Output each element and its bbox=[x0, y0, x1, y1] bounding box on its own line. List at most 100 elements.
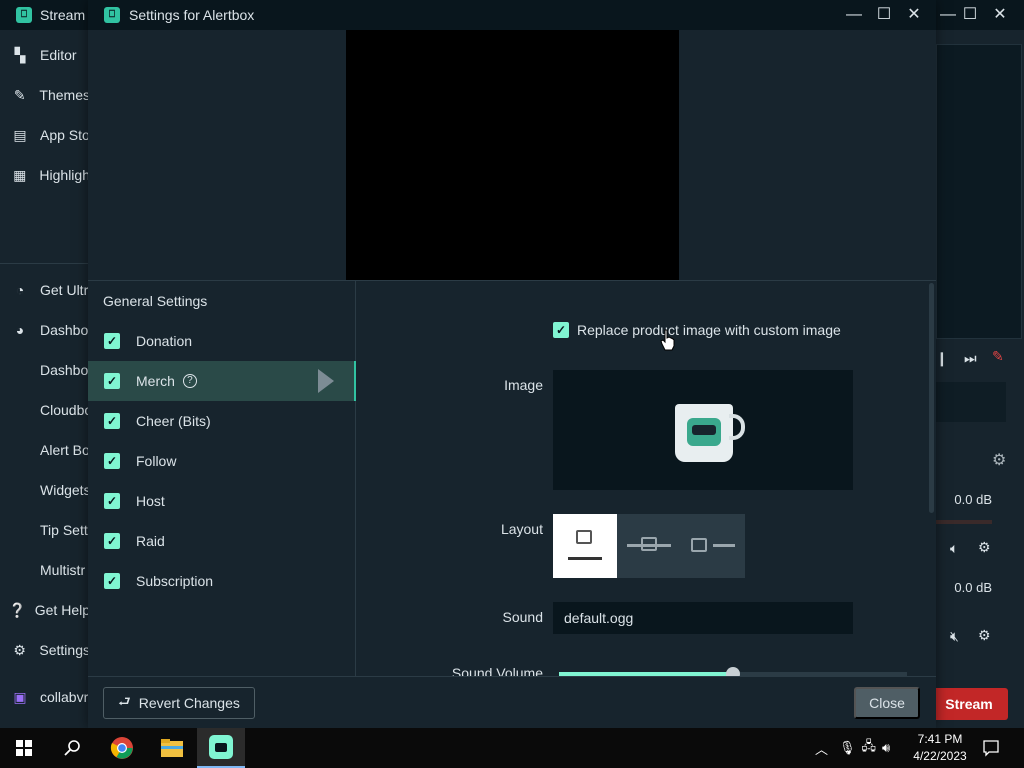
start-button[interactable] bbox=[0, 728, 48, 768]
nav-item-follow[interactable]: ✓ Follow bbox=[88, 441, 356, 481]
close-icon[interactable]: ✕ bbox=[904, 5, 924, 25]
chrome-icon[interactable] bbox=[98, 728, 146, 768]
layout-image-left-of-text[interactable] bbox=[681, 514, 745, 578]
speaker-icon[interactable]: 🔊︎ bbox=[882, 740, 890, 756]
streamlabs-taskbar-icon[interactable] bbox=[197, 728, 245, 768]
sidebar-subitem-cloudbot[interactable]: Cloudbo bbox=[0, 390, 90, 430]
checkbox-checked-icon[interactable]: ✓ bbox=[104, 493, 120, 509]
record-off-icon[interactable]: ✎ bbox=[992, 348, 1004, 365]
layout-image-behind-text[interactable] bbox=[617, 514, 681, 578]
chevron-up-icon[interactable]: ︿ bbox=[815, 739, 831, 758]
close-button[interactable]: Close bbox=[854, 687, 920, 719]
replace-image-checkbox-row[interactable]: ✓ Replace product image with custom imag… bbox=[553, 322, 841, 338]
nav-item-subscription[interactable]: ✓ Subscription bbox=[88, 561, 356, 601]
go-live-button[interactable]: Stream bbox=[930, 688, 1008, 720]
sidebar-item-label: Themes bbox=[39, 87, 90, 103]
preview-left-area bbox=[88, 30, 346, 280]
checkbox-checked-icon[interactable]: ✓ bbox=[104, 533, 120, 549]
checkbox-checked-icon[interactable]: ✓ bbox=[104, 453, 120, 469]
speaker-icon[interactable]: 🔈︎ bbox=[950, 540, 958, 557]
sidebar-item-settings[interactable]: ⚙ Settings bbox=[0, 630, 90, 670]
mug-image bbox=[675, 404, 733, 462]
checkbox-checked-icon[interactable]: ✓ bbox=[553, 322, 569, 338]
sidebar-item-highlighter[interactable]: ▦ Highligh bbox=[0, 155, 90, 195]
sidebar-item-get-ultra[interactable]: ◔ Get Ultr bbox=[0, 270, 90, 310]
sidebar-item-themes[interactable]: ✎ Themes bbox=[0, 75, 90, 115]
streamlabs-logo-icon: ⎕ bbox=[16, 7, 32, 23]
merch-settings-form: ✓ Replace product image with custom imag… bbox=[356, 281, 936, 681]
right-preview-area bbox=[936, 44, 1022, 339]
nav-item-label: Follow bbox=[136, 453, 177, 469]
sidebar-subitem-tip-settings[interactable]: Tip Sett bbox=[0, 510, 90, 550]
sidebar-item-label: Get Help bbox=[34, 602, 90, 618]
nav-item-cheer[interactable]: ✓ Cheer (Bits) bbox=[88, 401, 356, 441]
sidebar-item-account[interactable]: ▣ collabvr bbox=[0, 677, 90, 717]
layout-image-above-text[interactable] bbox=[553, 514, 617, 578]
sidebar-subitem-alertbox[interactable]: Alert Bo bbox=[0, 430, 90, 470]
notification-icon[interactable] bbox=[982, 728, 1000, 768]
sidebar-item-label: Multistr bbox=[40, 562, 86, 578]
sidebar-item-label: Editor bbox=[40, 47, 77, 63]
sound-file-input[interactable] bbox=[553, 602, 853, 634]
nav-item-raid[interactable]: ✓ Raid bbox=[88, 521, 356, 561]
editor-icon: ▚ bbox=[14, 46, 26, 63]
app-maximize-icon[interactable]: ☐ bbox=[960, 5, 980, 25]
speaker-muted-icon[interactable]: 🔇︎ bbox=[950, 628, 959, 645]
sidebar-subitem-multistream[interactable]: Multistr bbox=[0, 550, 90, 590]
sidebar-item-dashboard[interactable]: ◕ Dashbo bbox=[0, 310, 90, 350]
ultra-icon: ◔ bbox=[15, 282, 25, 298]
gear-icon[interactable]: ⚙ bbox=[992, 450, 1006, 470]
gear-icon[interactable]: ⚙ bbox=[978, 539, 991, 556]
sidebar-item-label: collabvr bbox=[40, 689, 89, 705]
pause-icon[interactable]: ❙ bbox=[936, 350, 948, 367]
modal-footer: ⮐ Revert Changes Close bbox=[88, 676, 936, 728]
app-minimize-icon[interactable]: — bbox=[938, 5, 958, 25]
sidebar-item-label: Cloudbo bbox=[40, 402, 90, 418]
themes-icon: ✎ bbox=[13, 86, 26, 103]
network-icon[interactable]: 🖧︎ bbox=[862, 737, 877, 759]
layout-label: Layout bbox=[500, 521, 543, 537]
windows-taskbar: ︿ 🎙︎ 🖧︎ 🔊︎ 7:41 PM 4/22/2023 bbox=[0, 728, 1024, 768]
help-icon[interactable]: ? bbox=[182, 374, 197, 388]
file-explorer-icon[interactable] bbox=[148, 728, 196, 768]
image-icon bbox=[691, 538, 707, 552]
highlighter-icon: ▦ bbox=[13, 166, 27, 183]
clock-date: 4/22/2023 bbox=[913, 749, 967, 763]
app-close-icon[interactable]: ✕ bbox=[990, 5, 1010, 25]
mug-handle bbox=[729, 414, 745, 440]
app-title: Stream bbox=[40, 7, 86, 23]
nav-heading[interactable]: General Settings bbox=[103, 293, 207, 309]
sidebar-item-label: Dashbo bbox=[40, 322, 89, 338]
search-icon[interactable] bbox=[48, 728, 96, 768]
nav-item-donation[interactable]: ✓ Donation bbox=[88, 321, 356, 361]
taskbar-clock[interactable]: 7:41 PM 4/22/2023 bbox=[906, 731, 974, 765]
revert-changes-button[interactable]: ⮐ Revert Changes bbox=[103, 687, 255, 719]
sidebar-item-get-help[interactable]: ❔ Get Help bbox=[0, 590, 90, 630]
microphone-icon[interactable]: 🎙︎ bbox=[839, 740, 856, 756]
sidebar-item-label: Get Ultr bbox=[40, 282, 89, 298]
modal-titlebar: ⎕ Settings for Alertbox — ☐ ✕ bbox=[88, 0, 936, 30]
settings-panel: General Settings ✓ Donation ✓ Merch? ✓ Chee… bbox=[88, 280, 936, 681]
checkbox-checked-icon[interactable]: ✓ bbox=[104, 333, 120, 349]
nav-item-label: Subscription bbox=[136, 573, 214, 589]
scrollbar[interactable] bbox=[929, 283, 934, 513]
hand-cursor-icon bbox=[660, 329, 675, 351]
nav-item-merch[interactable]: ✓ Merch? bbox=[88, 361, 356, 401]
checkbox-checked-icon[interactable]: ✓ bbox=[104, 413, 120, 429]
checkbox-checked-icon[interactable]: ✓ bbox=[104, 573, 120, 589]
skip-icon[interactable]: ⏭ bbox=[964, 350, 977, 367]
sidebar-item-app-store[interactable]: ▤ App Sto bbox=[0, 115, 90, 155]
right-box bbox=[936, 382, 1006, 422]
nav-item-host[interactable]: ✓ Host bbox=[88, 481, 356, 521]
checkbox-checked-icon[interactable]: ✓ bbox=[104, 373, 120, 389]
maximize-icon[interactable]: ☐ bbox=[874, 5, 894, 25]
play-icon[interactable] bbox=[318, 369, 334, 393]
minimize-icon[interactable]: — bbox=[844, 5, 864, 25]
gear-icon[interactable]: ⚙ bbox=[978, 627, 991, 644]
sidebar-subitem-dashboard[interactable]: Dashbo bbox=[0, 350, 90, 390]
sidebar-item-label: Alert Bo bbox=[40, 442, 90, 458]
image-icon bbox=[641, 537, 657, 551]
sidebar-item-editor[interactable]: ▚ Editor bbox=[0, 35, 90, 75]
sidebar-subitem-widgets[interactable]: Widgets bbox=[0, 470, 90, 510]
custom-image-upload[interactable] bbox=[553, 370, 853, 490]
